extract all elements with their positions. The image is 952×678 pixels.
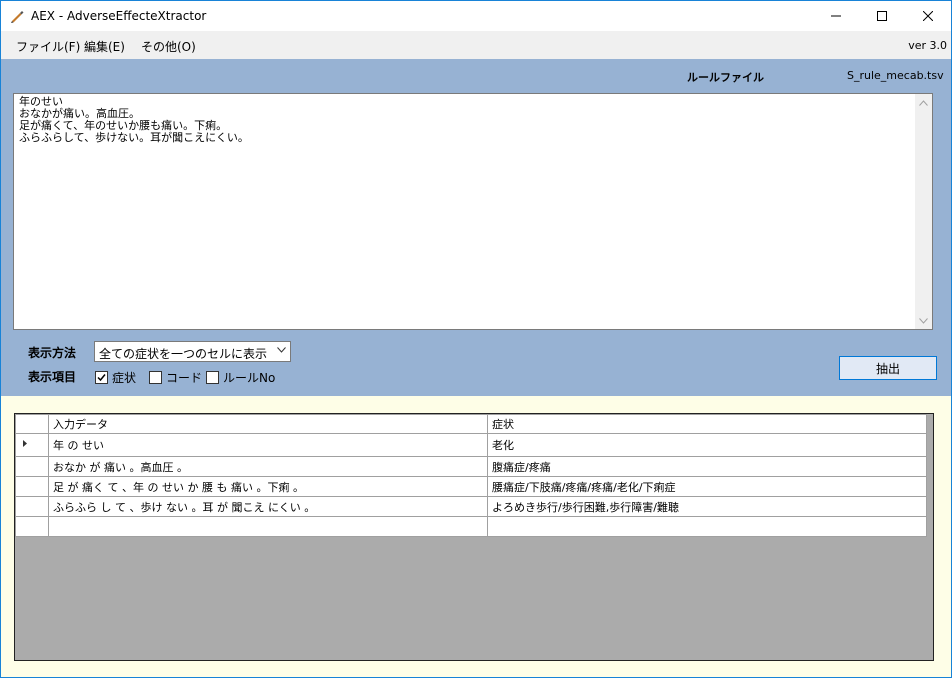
table-row[interactable]: 年 の せい 老化 — [15, 433, 927, 457]
scroll-up-button[interactable] — [915, 94, 932, 111]
row-header[interactable] — [15, 456, 49, 477]
maximize-button[interactable] — [859, 1, 905, 31]
cell-input[interactable]: ふらふら し て 、歩け ない 。耳 が 聞こえ にくい 。 — [48, 496, 488, 517]
version-label: ver 3.0 — [908, 39, 947, 52]
current-row-arrow-icon — [23, 440, 27, 447]
table-row[interactable]: ふらふら し て 、歩け ない 。耳 が 聞こえ にくい 。 よろめき歩行/歩行… — [15, 496, 927, 517]
cell-symptom[interactable]: 腰痛症/下肢痛/疼痛/疼痛/老化/下痢症 — [487, 476, 927, 497]
corner-header — [15, 414, 49, 434]
checkbox-label: コード — [166, 371, 203, 385]
cell-symptom[interactable]: よろめき歩行/歩行困難,歩行障害/難聴 — [487, 496, 927, 517]
input-text-lines: 年のせい おなかが痛い。高血圧。 足が痛くて、年のせいか腰も痛い。下痢。 ふらふ… — [19, 96, 249, 144]
scroll-down-button[interactable] — [915, 312, 932, 329]
table-header-row: 入力データ 症状 — [15, 414, 927, 434]
input-panel: ルールファイル S_rule_mecab.tsv 年のせい おなかが痛い。高血圧… — [1, 59, 951, 396]
column-header-symptom[interactable]: 症状 — [487, 414, 927, 434]
minimize-button[interactable] — [813, 1, 859, 31]
chevron-up-icon — [919, 99, 928, 106]
row-header[interactable] — [15, 476, 49, 497]
cell-input[interactable]: 年 の せい — [48, 433, 488, 457]
cell-input[interactable] — [48, 516, 488, 537]
rule-file-name[interactable]: S_rule_mecab.tsv — [847, 69, 944, 82]
table-row[interactable]: 足 が 痛く て 、年 の せい か 腰 も 痛い 。下痢 。 腰痛症/下肢痛/… — [15, 476, 927, 497]
menu-bar: ファイル(F) 編集(E) その他(O) ver 3.0 — [1, 31, 951, 59]
vertical-scrollbar[interactable] — [915, 94, 932, 329]
cell-symptom[interactable]: 腹痛症/疼痛 — [487, 456, 927, 477]
checkbox-label: ルールNo — [223, 371, 276, 385]
checkbox-code[interactable]: コード — [149, 369, 202, 386]
checkbox-box[interactable] — [206, 371, 219, 384]
window-title: AEX - AdverseEffecteXtractor — [31, 9, 207, 23]
cell-input[interactable]: おなか が 痛い 。高血圧 。 — [48, 456, 488, 477]
chevron-down-icon — [277, 347, 286, 353]
extract-button[interactable]: 抽出 — [839, 356, 937, 380]
display-method-value: 全ての症状を一つのセルに表示 — [99, 347, 268, 361]
app-window: AEX - AdverseEffecteXtractor ファイル(F) 編集(… — [0, 0, 952, 678]
input-line: ふらふらして、歩けない。耳が聞こえにくい。 — [19, 131, 249, 144]
pen-icon — [11, 11, 24, 23]
close-button[interactable] — [905, 1, 951, 31]
chevron-down-icon — [919, 317, 928, 324]
display-method-label: 表示方法 — [28, 346, 77, 360]
close-icon — [923, 11, 933, 21]
cell-symptom[interactable]: 老化 — [487, 433, 927, 457]
results-grid[interactable]: 入力データ 症状 年 の せい 老化 おなか が 痛い 。高血圧 。 腹痛症/疼… — [14, 413, 934, 661]
menu-edit[interactable]: 編集(E) — [84, 38, 125, 55]
checkbox-rule-no[interactable]: ルールNo — [206, 369, 275, 386]
display-items-label: 表示項目 — [28, 370, 77, 384]
column-header-input[interactable]: 入力データ — [48, 414, 488, 434]
display-method-select[interactable]: 全ての症状を一つのセルに表示 — [94, 341, 291, 362]
table-row-new[interactable] — [15, 516, 927, 537]
rule-file-title: ルールファイル — [687, 71, 764, 84]
title-bar[interactable]: AEX - AdverseEffecteXtractor — [1, 1, 951, 31]
cell-symptom[interactable] — [487, 516, 927, 537]
table-row[interactable]: おなか が 痛い 。高血圧 。 腹痛症/疼痛 — [15, 456, 927, 477]
row-header[interactable] — [15, 496, 49, 517]
check-icon — [97, 374, 106, 382]
menu-other[interactable]: その他(O) — [141, 38, 196, 55]
row-header[interactable] — [15, 516, 49, 537]
checkbox-box[interactable] — [95, 371, 108, 384]
maximize-icon — [877, 11, 887, 21]
cell-input[interactable]: 足 が 痛く て 、年 の せい か 腰 も 痛い 。下痢 。 — [48, 476, 488, 497]
menu-file[interactable]: ファイル(F) — [16, 38, 80, 55]
checkbox-box[interactable] — [149, 371, 162, 384]
results-area: 入力データ 症状 年 の せい 老化 おなか が 痛い 。高血圧 。 腹痛症/疼… — [1, 396, 951, 677]
row-header[interactable] — [15, 433, 49, 457]
minimize-icon — [831, 15, 841, 17]
checkbox-symptom[interactable]: 症状 — [95, 369, 136, 386]
checkbox-label: 症状 — [112, 371, 137, 385]
input-textarea[interactable]: 年のせい おなかが痛い。高血圧。 足が痛くて、年のせいか腰も痛い。下痢。 ふらふ… — [13, 93, 933, 330]
results-table: 入力データ 症状 年 の せい 老化 おなか が 痛い 。高血圧 。 腹痛症/疼… — [15, 414, 927, 537]
